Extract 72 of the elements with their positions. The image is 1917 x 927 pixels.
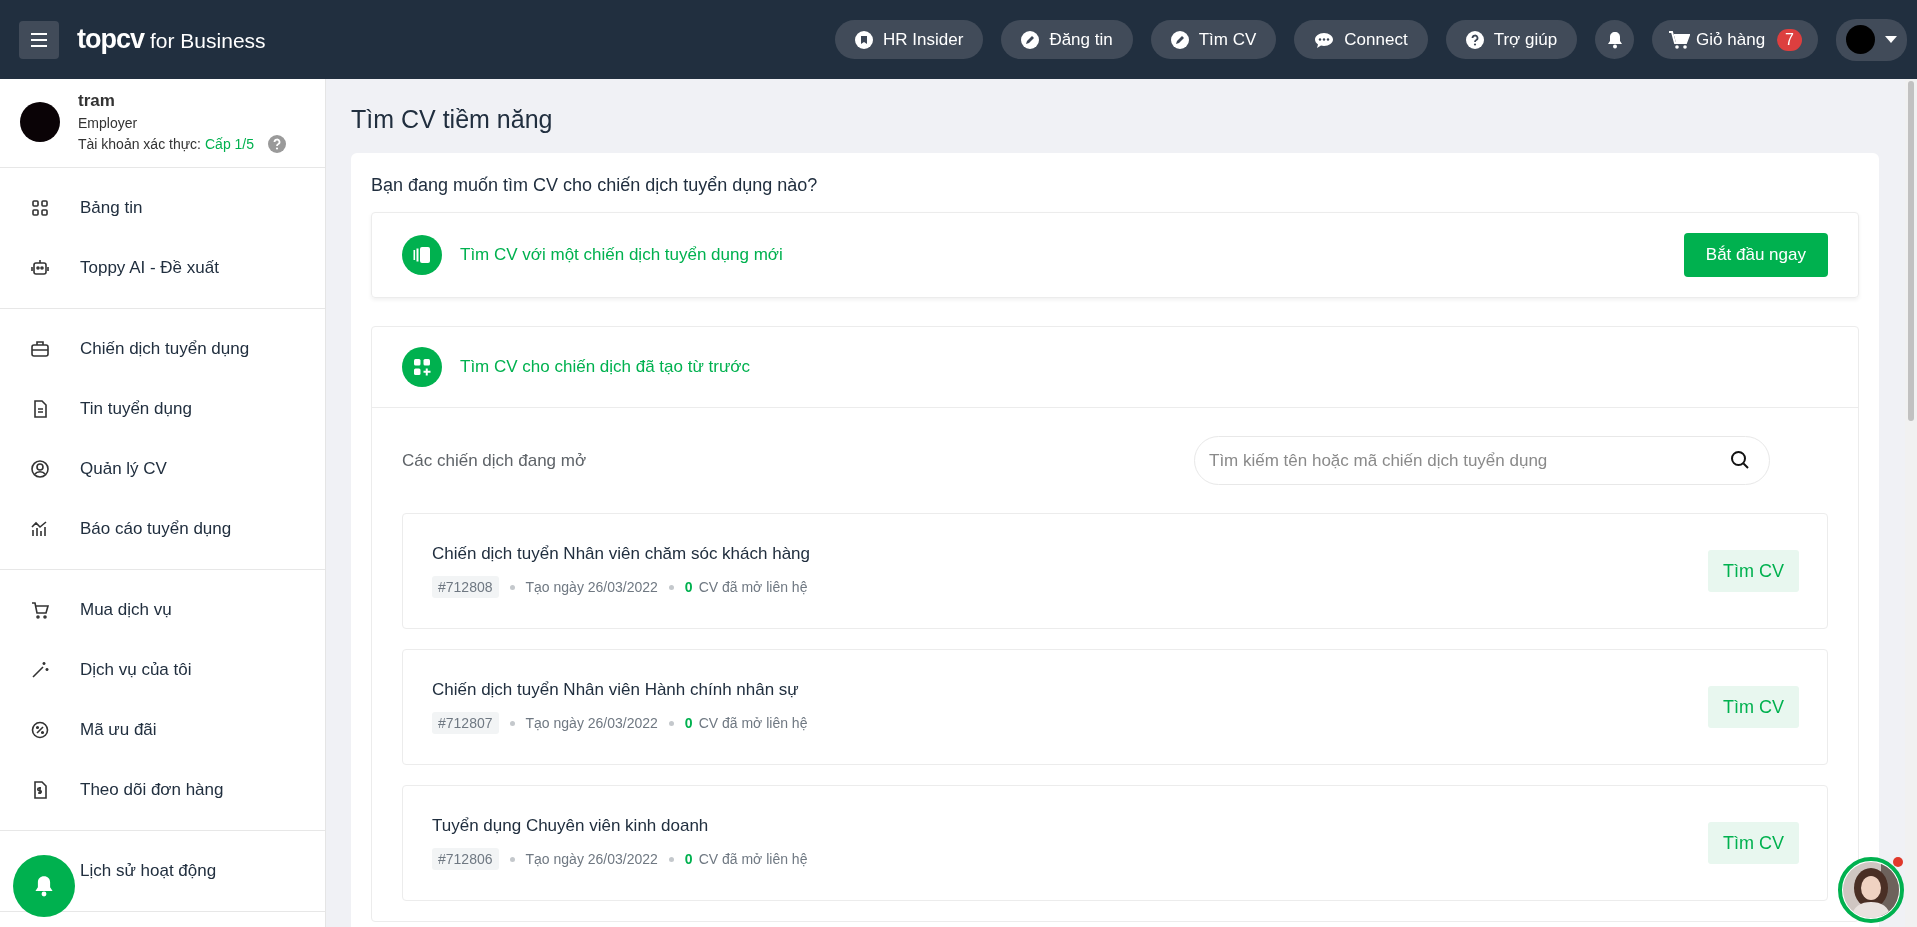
campaign-title[interactable]: Chiến dịch tuyển Nhân viên chăm sóc khách hàng (432, 544, 1708, 564)
caret-icon (1885, 35, 1897, 44)
verification-level: Cấp 1/5 (205, 136, 255, 152)
sidebar-item[interactable]: Dịch vụ của tôi (0, 640, 325, 700)
sidebar-item[interactable]: Theo dõi đơn hàng (0, 760, 325, 820)
menu-icon (30, 32, 48, 47)
search-field[interactable]: Tìm kiếm tên hoặc mã chiến dịch tuyển dụng (1194, 436, 1770, 485)
sidebar-item[interactable]: Lịch sử hoạt động (0, 841, 325, 901)
created-date: Tạo ngày 26/03/2022 (525, 715, 658, 731)
user-name: tram (78, 91, 116, 111)
cv-count: 0 (684, 579, 693, 595)
grid-icon (30, 198, 50, 218)
campaign-title[interactable]: Chiến dịch tuyển Nhân viên Hành chính nhân sự (432, 680, 1708, 700)
sidebar-item[interactable]: Tin tuyển dụng (0, 379, 325, 439)
robot-icon (30, 258, 50, 278)
sidebar-item[interactable]: Quản lý CV (0, 439, 325, 499)
campaign-code: #712808 (432, 576, 499, 598)
cv-count-label: CV đã mở liên hệ (698, 715, 808, 731)
campaign-code: #712807 (432, 712, 499, 734)
cv-count: 0 (684, 851, 693, 867)
grid-plus-icon (402, 347, 442, 387)
user-icon (30, 459, 50, 479)
created-date: Tạo ngày 26/03/2022 (525, 851, 658, 867)
nav-button[interactable]: HR Insider (835, 20, 984, 59)
user-role: Employer (78, 115, 139, 131)
notification-dot (1893, 857, 1903, 867)
list-title: Các chiến dịch đang mở (402, 450, 587, 471)
chat-icon (1314, 30, 1335, 49)
nav-button[interactable]: Trợ giúp (1445, 20, 1578, 59)
chat-support-button[interactable] (1838, 857, 1904, 923)
cart-count-badge: 7 (1777, 28, 1802, 51)
search-icon (1730, 450, 1750, 470)
cart-icon (1668, 29, 1691, 50)
pencil-icon (1170, 30, 1189, 49)
cart-button[interactable]: Giỏ hàng 7 (1652, 20, 1818, 59)
campaign-title[interactable]: Tuyển dụng Chuyên viên kinh doanh (432, 816, 1708, 836)
notification-button[interactable] (1595, 20, 1635, 59)
avatar (20, 102, 60, 142)
wand-icon (30, 660, 50, 680)
cv-count: 0 (684, 715, 693, 731)
scrollbar[interactable] (1905, 79, 1917, 927)
cart-icon (30, 600, 50, 620)
help-icon (1465, 30, 1484, 49)
page-title: Tìm CV tiềm năng (351, 105, 554, 134)
menu-button[interactable] (19, 20, 59, 59)
cv-count-label: CV đã mở liên hệ (698, 579, 808, 595)
bell-icon (1606, 30, 1623, 49)
discount-icon (30, 720, 50, 740)
pencil-icon (1021, 30, 1040, 49)
sidebar-item[interactable]: Bảng tin (0, 178, 325, 238)
nav-button[interactable]: Tìm CV (1150, 20, 1277, 59)
cards-icon (402, 235, 442, 275)
sidebar-item[interactable]: Báo cáo tuyển dụng (0, 499, 325, 559)
sidebar-item[interactable]: Mua dịch vụ (0, 580, 325, 640)
avatar (1846, 25, 1875, 54)
nav-button[interactable]: Đăng tin (1001, 20, 1133, 59)
campaign-code: #712806 (432, 848, 499, 870)
cv-count-label: CV đã mở liên hệ (698, 851, 808, 867)
sidebar-item[interactable]: Chiến dịch tuyển dụng (0, 319, 325, 379)
bookmark-icon (855, 30, 874, 49)
sidebar-item[interactable]: Toppy AI - Đề xuất (0, 238, 325, 298)
section-question: Bạn đang muốn tìm CV cho chiến dịch tuyển dụng nào? (371, 175, 819, 196)
logo-suffix[interactable]: for Business (150, 29, 266, 53)
nav-button[interactable]: Connect (1294, 20, 1428, 59)
account-menu-button[interactable] (1836, 18, 1907, 61)
help-icon[interactable] (268, 135, 287, 153)
logo-brand[interactable]: topcv (77, 24, 144, 55)
verification-label: Tài khoản xác thực: (78, 136, 201, 152)
sidebar-item[interactable]: Mã ưu đãi (0, 700, 325, 760)
created-date: Tạo ngày 26/03/2022 (525, 579, 658, 595)
briefcase-icon (30, 339, 50, 359)
bell-icon (34, 875, 54, 897)
